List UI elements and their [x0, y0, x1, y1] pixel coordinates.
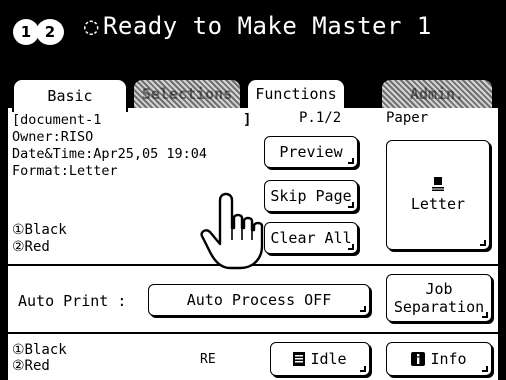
drum-1-number: 1 — [21, 23, 31, 41]
tab-basic[interactable]: Basic — [12, 78, 128, 112]
status-color-1: ①Black — [12, 342, 67, 358]
tab-functions[interactable]: Functions — [246, 78, 346, 108]
tab-selections-label: Selections — [141, 85, 233, 103]
clear-all-button-label: Clear All — [270, 229, 352, 247]
document-datetime: Date&Time:Apr25,05 19:04 — [12, 146, 208, 162]
paper-stack-icon — [432, 177, 444, 191]
document-name: [document-1 — [12, 112, 102, 128]
preview-button[interactable]: Preview — [264, 136, 358, 168]
auto-process-button-label: Auto Process OFF — [186, 291, 332, 309]
divider-bottom — [8, 332, 498, 334]
idle-button[interactable]: Idle — [270, 342, 370, 376]
status-color-2: ②Red — [12, 358, 50, 374]
document-owner: Owner:RISO — [12, 129, 94, 145]
tab-functions-label: Functions — [255, 85, 337, 103]
tab-basic-label: Basic — [47, 87, 93, 105]
document-format: Format:Letter — [12, 163, 118, 179]
idle-button-label: Idle — [310, 350, 347, 368]
job-separation-label-2: Separation — [393, 298, 485, 316]
document-color-2: ②Red — [12, 239, 50, 255]
drum-2-number: 2 — [45, 23, 55, 41]
paper-size-button[interactable]: Letter — [386, 140, 490, 250]
tab-selections[interactable]: Selections — [132, 78, 242, 108]
status-colors: ①Black ②Red — [12, 342, 67, 374]
paper-label: Paper — [386, 110, 429, 126]
clear-all-button[interactable]: Clear All — [264, 222, 358, 254]
document-info: [document-1 Owner:RISO Date&Time:Apr25,0… — [12, 112, 207, 180]
tab-admin[interactable]: Admin. — [380, 78, 494, 108]
status-icon: ◌ — [84, 12, 99, 40]
info-button-label: Info — [430, 350, 467, 368]
auto-print-label: Auto Print : — [18, 292, 127, 310]
title-bar: 1 2 ◌ Ready to Make Master 1 — [0, 0, 506, 62]
document-color-1: ①Black — [12, 222, 67, 238]
preview-button-label: Preview — [279, 143, 343, 161]
document-colors: ①Black ②Red — [12, 222, 67, 256]
drum-icons: 1 2 — [13, 19, 64, 45]
hand-pointer-icon — [200, 192, 264, 270]
info-button[interactable]: Info — [386, 342, 492, 376]
job-separation-button[interactable]: Job Separation — [386, 274, 492, 322]
status-partial-text: RE — [200, 352, 216, 367]
skip-page-button-label: Skip Page — [270, 187, 352, 205]
paper-size-label: Letter — [410, 195, 466, 213]
skip-page-button[interactable]: Skip Page — [264, 180, 358, 212]
page-indicator: P.1/2 — [299, 110, 342, 126]
auto-process-button[interactable]: Auto Process OFF — [148, 284, 370, 316]
status-text: Ready to Make Master 1 — [102, 12, 432, 40]
status-title: ◌ Ready to Make Master 1 — [84, 12, 432, 40]
document-icon — [293, 352, 306, 366]
tab-admin-label: Admin. — [409, 85, 465, 103]
document-name-close: ] — [243, 112, 252, 128]
job-separation-label-1: Job — [425, 280, 453, 298]
info-icon — [411, 352, 426, 366]
